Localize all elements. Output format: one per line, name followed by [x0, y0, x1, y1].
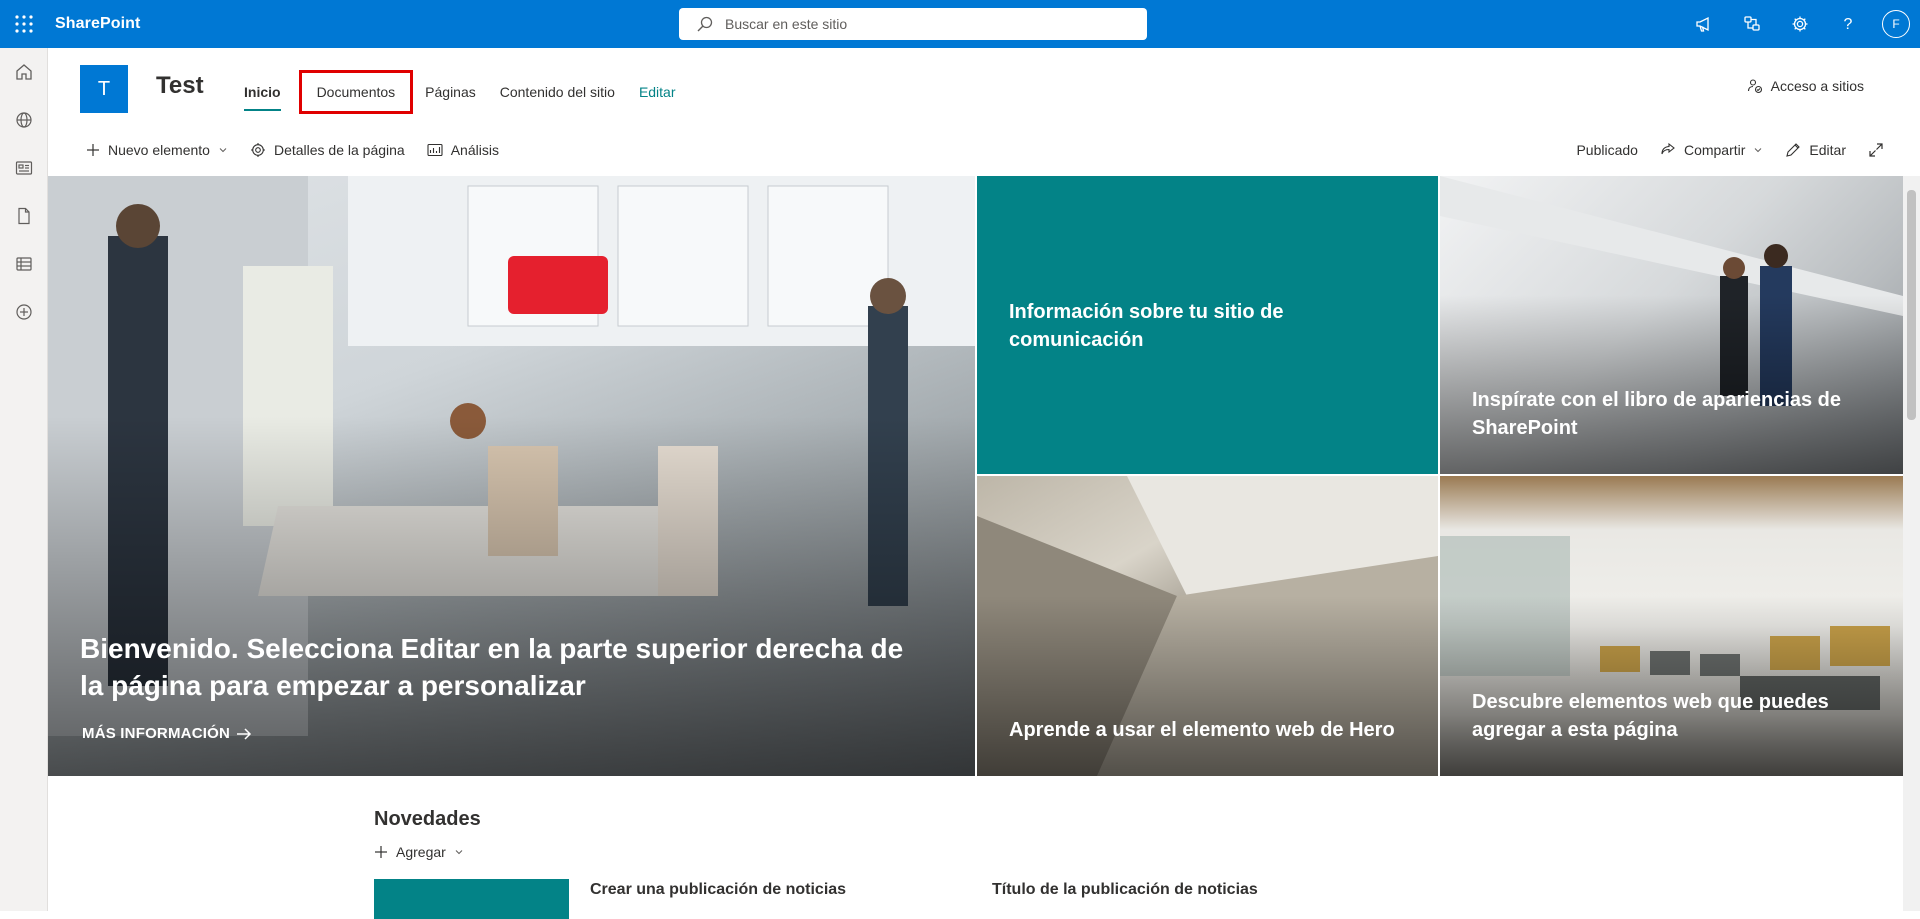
hero-tile-lookbook-text: Inspírate con el libro de apariencias de… [1472, 389, 1842, 439]
help-icon[interactable]: ? [1824, 0, 1872, 48]
waffle-icon[interactable] [0, 0, 48, 48]
app-brand[interactable]: SharePoint [55, 15, 140, 33]
scrollbar-thumb[interactable] [1907, 190, 1916, 420]
site-access-label: Acceso a sitios [1770, 78, 1864, 94]
nav-edit-link[interactable]: Editar [627, 76, 688, 108]
site-header: T Test Inicio Documentos Páginas Conteni… [48, 48, 1920, 128]
publish-status-label: Publicado [1576, 142, 1638, 158]
share-network-icon[interactable] [1728, 0, 1776, 48]
nav-item-documentos[interactable]: Documentos [298, 70, 414, 114]
home-icon[interactable] [0, 48, 48, 96]
hero-tile-main[interactable]: Bienvenido. Selecciona Editar en la part… [48, 176, 975, 776]
edit-label: Editar [1809, 142, 1846, 158]
hero-main-text: Bienvenido. Selecciona Editar en la part… [80, 633, 904, 701]
chevron-down-icon [455, 850, 463, 855]
hero-tile-info-text: Información sobre tu sitio de comunicaci… [1009, 301, 1284, 351]
nav-item-inicio[interactable]: Inicio [232, 76, 293, 111]
analytics-label: Análisis [450, 142, 499, 158]
plus-icon [375, 846, 387, 858]
hero-tile-lookbook[interactable]: Inspírate con el libro de apariencias de… [1440, 176, 1903, 474]
news-title: Novedades [374, 808, 481, 830]
new-item-button[interactable]: Nuevo elemento [86, 128, 228, 172]
site-access-button[interactable]: Acceso a sitios [1747, 78, 1864, 94]
megaphone-icon[interactable] [1680, 0, 1728, 48]
share-button[interactable]: Compartir [1660, 128, 1763, 172]
news-item-title[interactable]: Título de la publicación de noticias [992, 881, 1258, 899]
site-title[interactable]: Test [156, 72, 204, 100]
new-item-label: Nuevo elemento [108, 142, 210, 158]
people-icon [1747, 79, 1762, 94]
learn-more-link[interactable]: MÁS INFORMACIÓN [82, 725, 252, 742]
pencil-icon [1786, 143, 1801, 157]
add-icon[interactable] [0, 288, 48, 336]
edit-button[interactable]: Editar [1785, 128, 1846, 172]
avatar[interactable]: F [1882, 10, 1910, 38]
list-icon[interactable] [0, 240, 48, 288]
arrow-right-icon [237, 727, 252, 740]
page-details-button[interactable]: Detalles de la página [250, 128, 405, 172]
expand-button[interactable] [1868, 128, 1884, 172]
hero-tile-hero-guide[interactable]: Aprende a usar el elemento web de Hero [977, 476, 1438, 776]
page-details-label: Detalles de la página [273, 142, 405, 158]
share-icon [1661, 142, 1675, 155]
news-thumbnail[interactable] [374, 879, 569, 919]
command-bar: Nuevo elemento Detalles de la página Aná… [48, 128, 1920, 172]
publish-status: Publicado [1576, 128, 1638, 172]
share-label: Compartir [1683, 142, 1746, 158]
hero-tile-hero-guide-text: Aprende a usar el elemento web de Hero [1009, 719, 1395, 741]
search-icon [697, 16, 713, 32]
search-placeholder: Buscar en este sitio [725, 16, 848, 32]
nav-item-contenido-del-sitio[interactable]: Contenido del sitio [488, 76, 627, 108]
analytics-button[interactable]: Análisis [427, 128, 499, 172]
analytics-icon [427, 143, 443, 157]
document-icon[interactable] [0, 192, 48, 240]
news-icon[interactable] [0, 144, 48, 192]
news-add-button[interactable]: Agregar [374, 844, 464, 860]
svg-text:?: ? [1844, 16, 1853, 33]
expand-icon [1869, 143, 1883, 157]
chevron-down-icon [1755, 148, 1762, 153]
news-add-label: Agregar [396, 844, 446, 860]
hero-tile-web-parts[interactable]: Descubre elementos web que puedes agrega… [1440, 476, 1903, 776]
suite-bar: SharePoint Buscar en este sitio ? F [0, 0, 1920, 48]
hero-web-part: Bienvenido. Selecciona Editar en la part… [48, 176, 1903, 776]
learn-more-label: MÁS INFORMACIÓN [82, 725, 230, 742]
news-web-part: Novedades Agregar Crear una publicación … [374, 808, 1474, 919]
chevron-down-icon [219, 148, 227, 153]
news-item-create[interactable]: Crear una publicación de noticias [590, 881, 846, 899]
nav-item-paginas[interactable]: Páginas [413, 76, 488, 108]
gear-icon [250, 143, 265, 157]
page-scrollbar[interactable] [1903, 176, 1920, 911]
globe-icon[interactable] [0, 96, 48, 144]
hero-tile-info[interactable]: Información sobre tu sitio de comunicaci… [977, 176, 1438, 474]
hero-tile-web-parts-text: Descubre elementos web que puedes agrega… [1472, 691, 1829, 741]
settings-icon[interactable] [1776, 0, 1824, 48]
app-bar [0, 48, 48, 911]
search-box[interactable]: Buscar en este sitio [679, 8, 1147, 40]
site-logo[interactable]: T [80, 65, 128, 113]
top-navigation: Inicio Documentos Páginas Contenido del … [232, 70, 688, 114]
plus-icon [87, 144, 99, 156]
